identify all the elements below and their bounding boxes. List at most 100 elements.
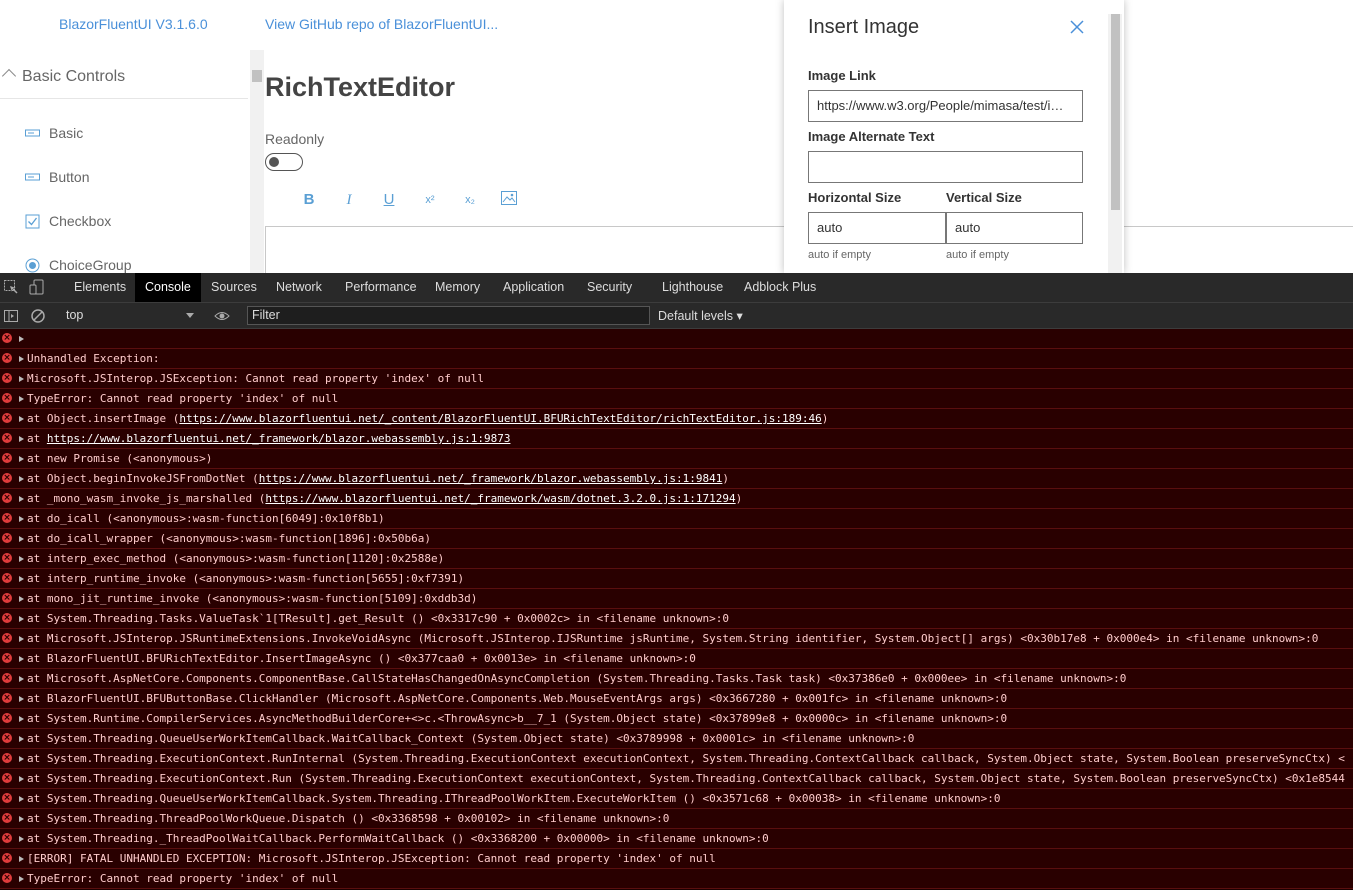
- source-link[interactable]: https://www.blazorfluentui.net/_content/…: [179, 412, 821, 425]
- sidebar-item-choicegroup[interactable]: ChoiceGroup: [25, 254, 225, 273]
- inspect-element-icon[interactable]: [3, 279, 19, 295]
- clear-console-icon[interactable]: [30, 308, 46, 324]
- expand-triangle-icon[interactable]: [19, 796, 24, 802]
- expand-triangle-icon[interactable]: [19, 656, 24, 662]
- expand-triangle-icon[interactable]: [19, 836, 24, 842]
- console-error-row[interactable]: × at System.Threading._ThreadPoolWaitCal…: [0, 829, 1353, 849]
- sidebar-item-button[interactable]: Button: [25, 166, 225, 190]
- console-error-row[interactable]: × at System.Threading.Tasks.ValueTask`1[…: [0, 609, 1353, 629]
- italic-button[interactable]: I: [340, 191, 358, 209]
- tab-performance[interactable]: Performance: [335, 273, 427, 302]
- expand-triangle-icon[interactable]: [19, 336, 24, 342]
- console-error-row[interactable]: × Microsoft.JSInterop.JSException: Cannot…: [0, 369, 1353, 389]
- console-error-row[interactable]: × at System.Runtime.CompilerServices.Asy…: [0, 709, 1353, 729]
- expand-triangle-icon[interactable]: [19, 416, 24, 422]
- console-error-row[interactable]: × at Object.insertImage (https://www.bla…: [0, 409, 1353, 429]
- scrollbar-thumb[interactable]: [1111, 14, 1120, 210]
- console-error-row[interactable]: × at Object.beginInvokeJSFromDotNet (htt…: [0, 469, 1353, 489]
- expand-triangle-icon[interactable]: [19, 356, 24, 362]
- sidebar-toggle-icon[interactable]: [3, 308, 19, 324]
- expand-triangle-icon[interactable]: [19, 556, 24, 562]
- insert-image-button[interactable]: [500, 191, 518, 209]
- expand-triangle-icon[interactable]: [19, 376, 24, 382]
- tab-lighthouse[interactable]: Lighthouse: [652, 273, 733, 302]
- sidebar-item-basic[interactable]: Basic: [25, 122, 225, 146]
- expand-triangle-icon[interactable]: [19, 516, 24, 522]
- expand-triangle-icon[interactable]: [19, 736, 24, 742]
- tab-security[interactable]: Security: [577, 273, 642, 302]
- console-error-row[interactable]: × at System.Threading.QueueUserWorkItemC…: [0, 789, 1353, 809]
- console-error-row[interactable]: × Unhandled Exception:: [0, 349, 1353, 369]
- console-filter-input[interactable]: Filter: [247, 306, 650, 325]
- console-error-row[interactable]: × at System.Threading.ExecutionContext.R…: [0, 749, 1353, 769]
- expand-triangle-icon[interactable]: [19, 436, 24, 442]
- github-link[interactable]: View GitHub repo of BlazorFluentUI...: [265, 16, 498, 32]
- nav-group-basic-controls[interactable]: Basic Controls: [0, 62, 248, 99]
- console-error-row[interactable]: × at Microsoft.AspNetCore.Components.Com…: [0, 669, 1353, 689]
- readonly-toggle[interactable]: [265, 153, 303, 171]
- expand-triangle-icon[interactable]: [19, 616, 24, 622]
- horizontal-size-input[interactable]: auto: [808, 212, 946, 244]
- console-error-row[interactable]: × at Microsoft.JSInterop.JSRuntimeExtens…: [0, 629, 1353, 649]
- console-error-row[interactable]: × at do_icall (<anonymous>:wasm-function…: [0, 509, 1353, 529]
- console-error-row[interactable]: × at _mono_wasm_invoke_js_marshalled (ht…: [0, 489, 1353, 509]
- log-levels-dropdown[interactable]: Default levels ▾: [658, 308, 743, 323]
- expand-triangle-icon[interactable]: [19, 456, 24, 462]
- expand-triangle-icon[interactable]: [19, 536, 24, 542]
- console-error-row[interactable]: ×: [0, 329, 1353, 349]
- console-error-row[interactable]: × at BlazorFluentUI.BFUButtonBase.ClickH…: [0, 689, 1353, 709]
- expand-triangle-icon[interactable]: [19, 676, 24, 682]
- console-error-row[interactable]: × [ERROR] FATAL UNHANDLED EXCEPTION: Micr…: [0, 849, 1353, 869]
- superscript-button[interactable]: x²: [421, 191, 439, 209]
- version-link[interactable]: BlazorFluentUI V3.1.6.0: [59, 16, 208, 32]
- console-error-row[interactable]: × at https://www.blazorfluentui.net/_fra…: [0, 429, 1353, 449]
- expand-triangle-icon[interactable]: [19, 636, 24, 642]
- dialog-scrollbar[interactable]: [1108, 14, 1122, 273]
- tab-elements[interactable]: Elements: [64, 273, 136, 302]
- underline-button[interactable]: U: [380, 191, 398, 209]
- context-selector[interactable]: top: [66, 308, 83, 322]
- source-link[interactable]: https://www.blazorfluentui.net/_framewor…: [259, 472, 723, 485]
- console-error-row[interactable]: × at do_icall_wrapper (<anonymous>:wasm-…: [0, 529, 1353, 549]
- expand-triangle-icon[interactable]: [19, 716, 24, 722]
- tab-sources[interactable]: Sources: [201, 273, 267, 302]
- chevron-down-icon[interactable]: [186, 313, 194, 318]
- console-error-row[interactable]: × at System.Threading.ExecutionContext.R…: [0, 769, 1353, 789]
- expand-triangle-icon[interactable]: [19, 476, 24, 482]
- console-error-row[interactable]: × at mono_jit_runtime_invoke (<anonymous…: [0, 589, 1353, 609]
- tab-application[interactable]: Application: [493, 273, 574, 302]
- expand-triangle-icon[interactable]: [19, 776, 24, 782]
- tab-memory[interactable]: Memory: [425, 273, 490, 302]
- console-error-row[interactable]: × at System.Threading.QueueUserWorkItemC…: [0, 729, 1353, 749]
- console-error-row[interactable]: × at System.Threading.ThreadPoolWorkQueu…: [0, 809, 1353, 829]
- console-error-row[interactable]: × at interp_exec_method (<anonymous>:was…: [0, 549, 1353, 569]
- eye-icon[interactable]: [214, 308, 230, 324]
- subscript-button[interactable]: x₂: [461, 191, 479, 209]
- source-link[interactable]: https://www.blazorfluentui.net/_framewor…: [265, 492, 735, 505]
- console-error-row[interactable]: × TypeError: Cannot read property 'index'…: [0, 389, 1353, 409]
- sidebar-item-checkbox[interactable]: Checkbox: [25, 210, 225, 234]
- console-error-row[interactable]: × at interp_runtime_invoke (<anonymous>:…: [0, 569, 1353, 589]
- expand-triangle-icon[interactable]: [19, 396, 24, 402]
- device-toolbar-icon[interactable]: [29, 279, 45, 295]
- scrollbar-thumb[interactable]: [252, 70, 262, 82]
- vertical-size-input[interactable]: auto: [946, 212, 1083, 244]
- console-error-row[interactable]: × at BlazorFluentUI.BFURichTextEditor.In…: [0, 649, 1353, 669]
- expand-triangle-icon[interactable]: [19, 876, 24, 882]
- console-error-row[interactable]: × TypeError: Cannot read property 'index'…: [0, 869, 1353, 889]
- source-link[interactable]: https://www.blazorfluentui.net/_framewor…: [47, 432, 511, 445]
- expand-triangle-icon[interactable]: [19, 596, 24, 602]
- alt-text-input[interactable]: [808, 151, 1083, 183]
- expand-triangle-icon[interactable]: [19, 496, 24, 502]
- expand-triangle-icon[interactable]: [19, 756, 24, 762]
- tab-network[interactable]: Network: [266, 273, 332, 302]
- bold-button[interactable]: B: [300, 191, 318, 209]
- expand-triangle-icon[interactable]: [19, 816, 24, 822]
- expand-triangle-icon[interactable]: [19, 856, 24, 862]
- close-icon[interactable]: [1068, 18, 1086, 36]
- tab-adblock-plus[interactable]: Adblock Plus: [734, 273, 826, 302]
- content-scrollbar[interactable]: [250, 50, 264, 273]
- expand-triangle-icon[interactable]: [19, 696, 24, 702]
- image-link-input[interactable]: https://www.w3.org/People/mimasa/test/im…: [808, 90, 1083, 122]
- tab-console[interactable]: Console: [135, 273, 201, 302]
